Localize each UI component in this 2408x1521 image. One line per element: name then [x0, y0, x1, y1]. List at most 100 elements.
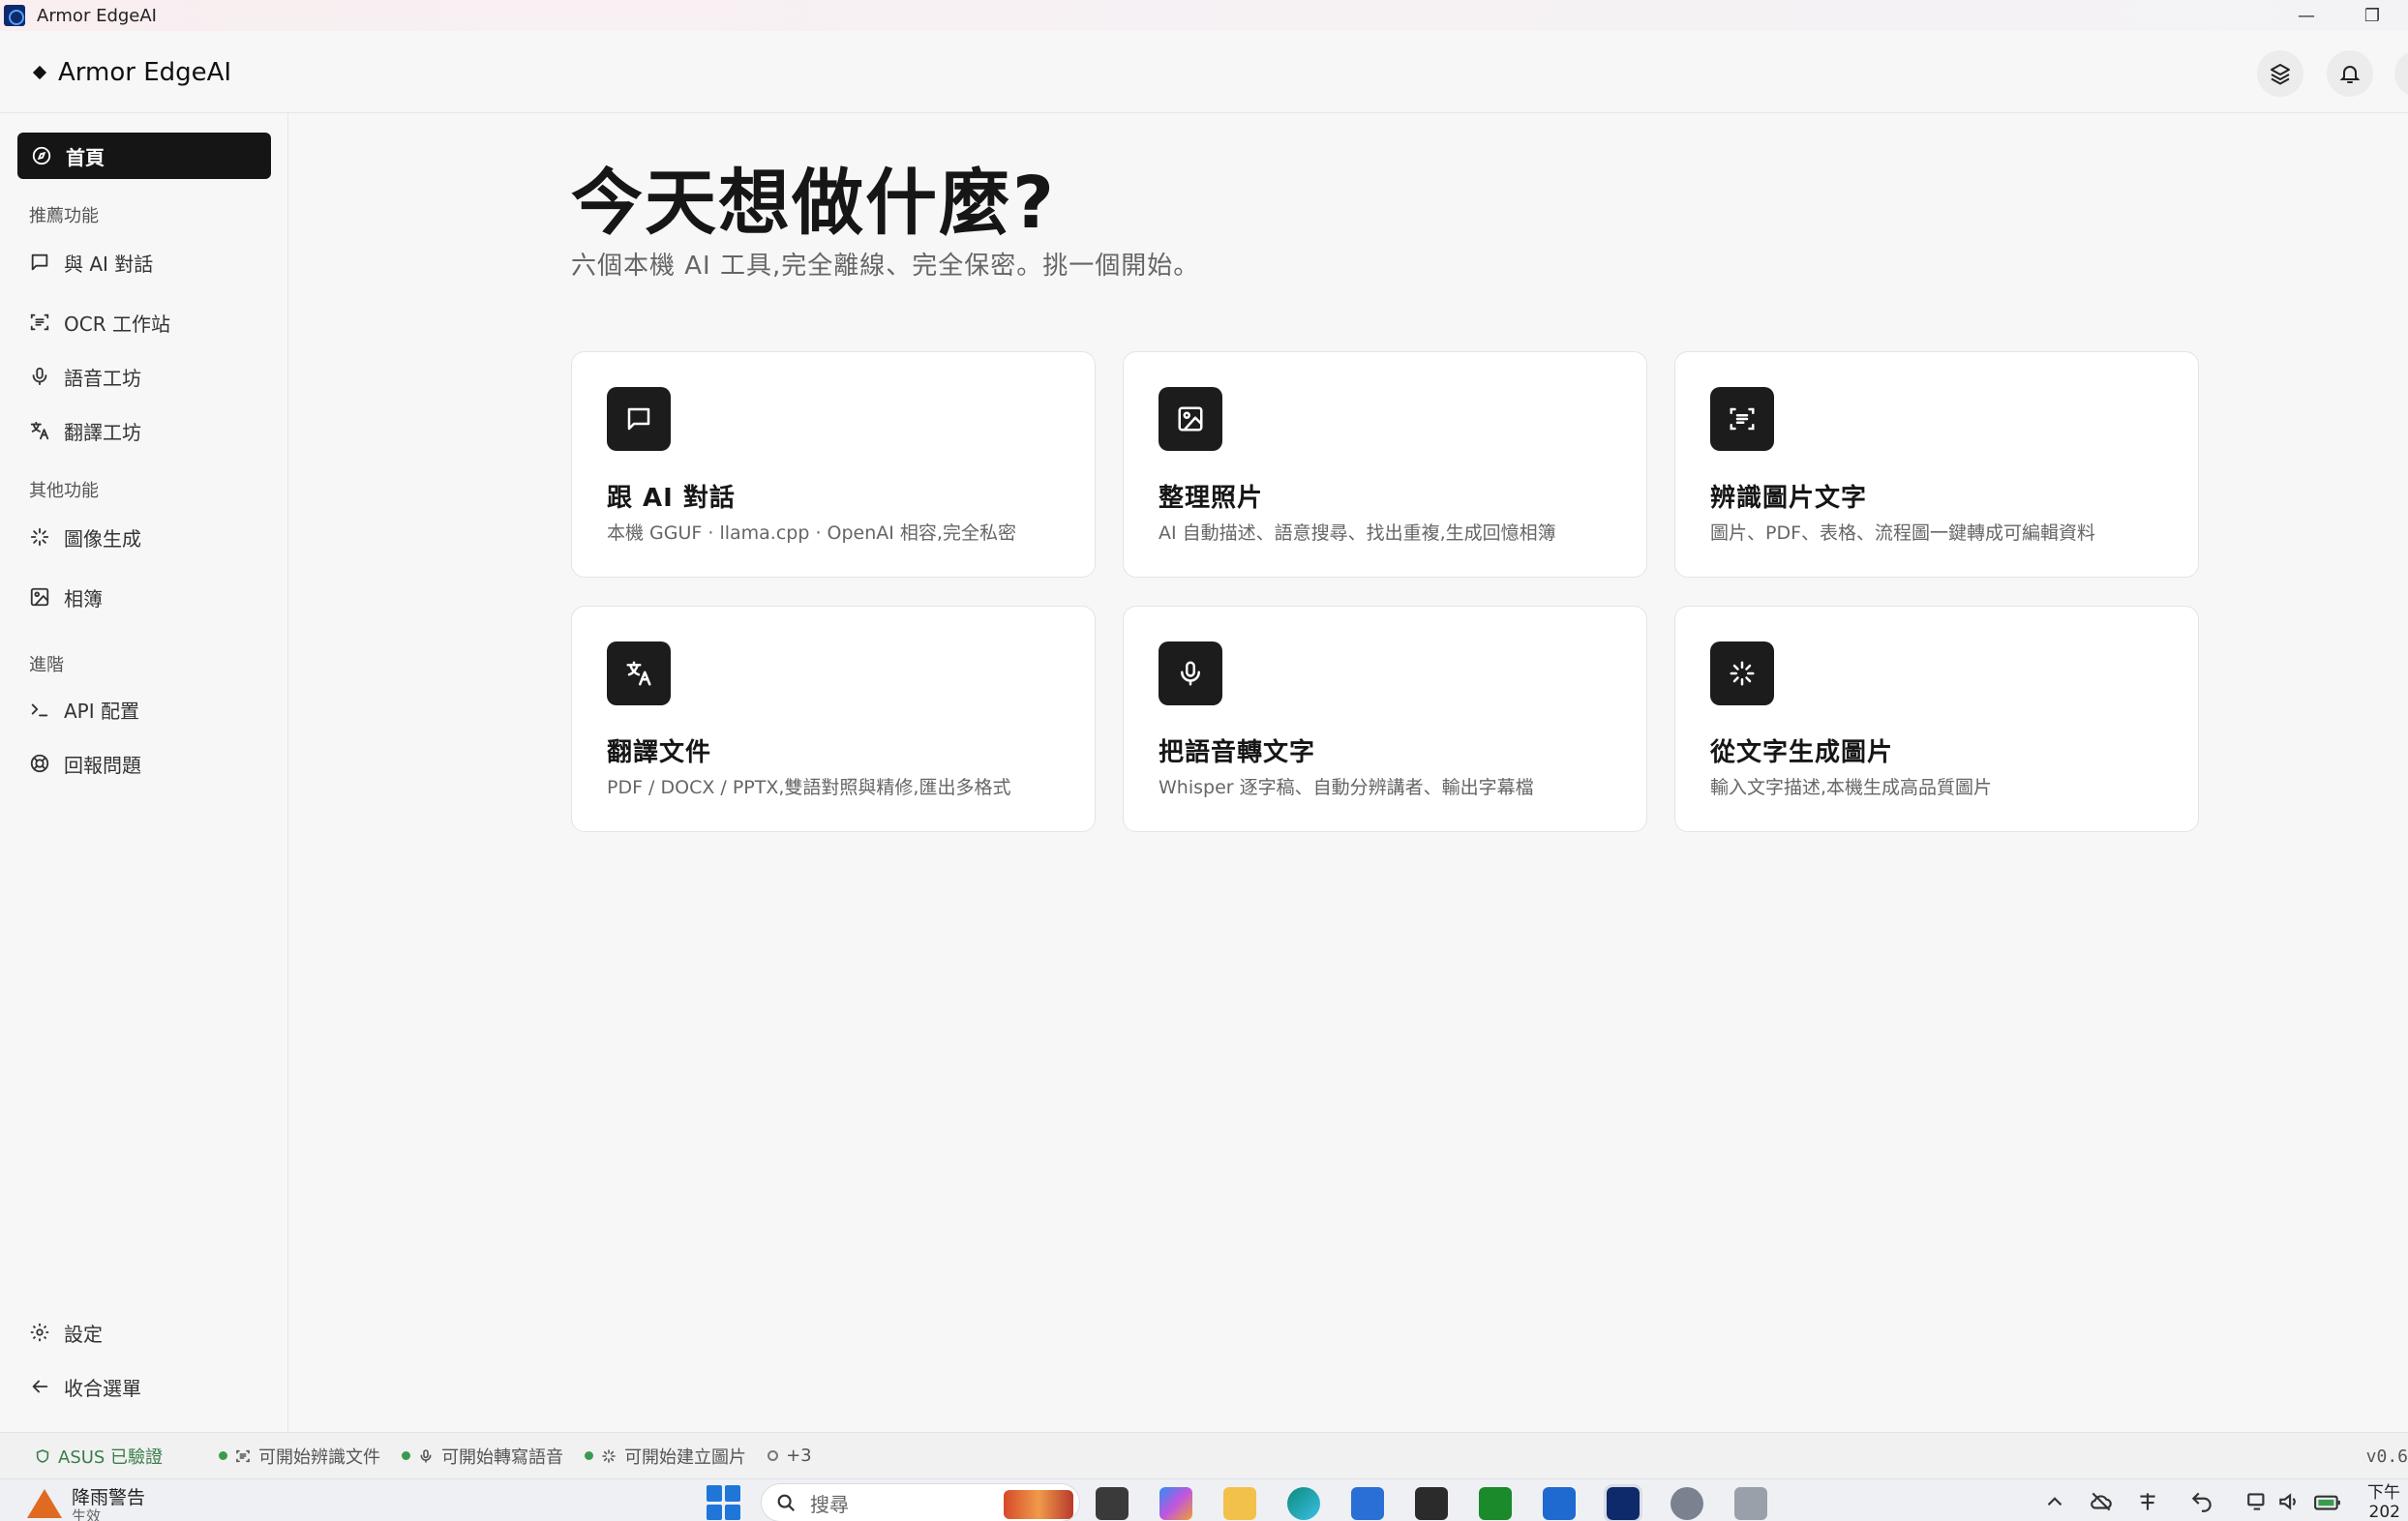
clock[interactable]: 下午 202: [2367, 1483, 2400, 1521]
layers-button[interactable]: [2257, 50, 2303, 97]
sidebar-item-chat[interactable]: 與 AI 對話: [17, 241, 271, 283]
armoury-icon[interactable]: [1415, 1487, 1448, 1520]
more-status[interactable]: +3: [768, 1446, 812, 1466]
search-placeholder: 搜尋: [810, 1492, 849, 1516]
weather-widget[interactable]: 降雨警告 生效: [27, 1487, 145, 1521]
card-image-gen[interactable]: 從文字生成圖片 輸入文字描述,本機生成高品質圖片: [1674, 606, 2199, 832]
start-button[interactable]: [707, 1485, 741, 1520]
window-titlebar: Armor EdgeAI — ❐: [0, 0, 2408, 31]
sidebar-item-label: 設定: [64, 1322, 103, 1346]
minimize-button[interactable]: —: [2274, 0, 2338, 31]
layers-icon: [2271, 64, 2290, 85]
page-title: 今天想做什麼?: [571, 162, 1056, 245]
sidebar-item-label: 相簿: [64, 586, 103, 611]
mic-icon: [1181, 661, 1200, 686]
notifications-button[interactable]: [2327, 50, 2373, 97]
chat-icon: [31, 254, 48, 271]
card-description: 輸入文字描述,本機生成高品質圖片: [1710, 777, 1993, 798]
sidebar-item-image-gen[interactable]: 圖像生成: [17, 516, 271, 558]
sidebar-item-label: 首頁: [66, 145, 105, 169]
sidebar-item-translate[interactable]: 翻譯工坊: [17, 409, 271, 452]
card-title: 翻譯文件: [607, 738, 712, 767]
battery-icon[interactable]: [2313, 1489, 2340, 1514]
clock-time: 下午: [2367, 1483, 2400, 1503]
mic-icon: [32, 367, 47, 386]
weather-title: 降雨警告: [72, 1487, 146, 1508]
sidebar-item-label: 收合選單: [64, 1376, 141, 1400]
ime-icon[interactable]: [2135, 1489, 2160, 1514]
terminal-icon: [31, 703, 48, 717]
bell-icon: [2339, 66, 2361, 83]
search-highlight-image: [1004, 1490, 1073, 1519]
verified-status[interactable]: ASUS 已驗證: [35, 1444, 163, 1469]
sidebar-item-ocr[interactable]: OCR 工作站: [17, 301, 271, 343]
card-translate[interactable]: 翻譯文件 PDF / DOCX / PPTX,雙語對照與精修,匯出多格式: [571, 606, 1096, 832]
brand[interactable]: Armor EdgeAI: [32, 58, 232, 87]
window-title: Armor EdgeAI: [37, 5, 157, 26]
lifebuoy-icon: [30, 754, 49, 773]
image-ready-status[interactable]: 可開始建立圖片: [585, 1444, 746, 1469]
image-ready-label: 可開始建立圖片: [624, 1446, 747, 1468]
sidebar-item-report[interactable]: 回報問題: [17, 742, 271, 785]
asr-ready-status[interactable]: 可開始轉寫語音: [402, 1444, 563, 1469]
chat-icon: [627, 407, 650, 431]
card-chat[interactable]: 跟 AI 對話 本機 GGUF · llama.cpp · OpenAI 相容,…: [571, 351, 1096, 578]
profile-button[interactable]: [2394, 50, 2408, 97]
undo-icon[interactable]: [2189, 1489, 2214, 1514]
sparkle-loader-icon: [30, 527, 49, 547]
sidebar-item-settings[interactable]: 設定: [17, 1311, 271, 1354]
sidebar-item-label: 與 AI 對話: [64, 252, 154, 276]
cloud-off-icon[interactable]: [2089, 1489, 2114, 1514]
volume-icon[interactable]: [2276, 1489, 2302, 1514]
restore-button[interactable]: ❐: [2340, 0, 2404, 31]
card-description: AI 自動描述、語意搜尋、找出重複,生成回憶相簿: [1159, 522, 1556, 544]
card-description: 本機 GGUF · llama.cpp · OpenAI 相容,完全私密: [607, 522, 1016, 544]
sidebar-item-voice[interactable]: 語音工坊: [17, 355, 271, 398]
sidebar-item-label: OCR 工作站: [64, 312, 170, 336]
xbox-icon[interactable]: [1479, 1487, 1512, 1520]
settings-taskbar-icon[interactable]: [1671, 1487, 1703, 1520]
edge-browser-icon[interactable]: [1287, 1487, 1320, 1520]
card-title: 整理照片: [1159, 484, 1264, 513]
sidebar-item-album[interactable]: 相簿: [17, 576, 271, 618]
status-bar: ASUS 已驗證 可開始辨識文件 可開始轉寫語音 可開始建立圖片 +3 v0.6: [0, 1432, 2408, 1478]
store-icon[interactable]: [1351, 1487, 1384, 1520]
app-icon[interactable]: [1543, 1487, 1576, 1520]
sidebar-item-label: API 配置: [64, 699, 139, 723]
app-header: Armor EdgeAI: [0, 31, 2408, 113]
section-advanced: 進階: [29, 655, 64, 675]
card-transcribe[interactable]: 把語音轉文字 Whisper 逐字稿、自動分辨講者、輸出字幕檔: [1123, 606, 1647, 832]
copilot-icon[interactable]: [1159, 1487, 1192, 1520]
network-icon[interactable]: [2245, 1489, 2271, 1514]
card-photos[interactable]: 整理照片 AI 自動描述、語意搜尋、找出重複,生成回憶相簿: [1123, 351, 1647, 578]
sparkle-loader-icon: [602, 1448, 616, 1463]
card-icon-box: [607, 387, 671, 451]
sidebar: 首頁 推薦功能 與 AI 對話 OCR 工作站 語音工坊 翻譯工坊 其他功能 圖…: [0, 113, 288, 1432]
card-icon-box: [1710, 387, 1774, 451]
status-dot: [219, 1451, 228, 1460]
brand-name: Armor EdgeAI: [58, 58, 232, 87]
scan-text-icon: [1730, 407, 1755, 431]
collapse-menu-button[interactable]: 收合選單: [17, 1365, 271, 1408]
gear-icon: [30, 1323, 49, 1342]
ocr-ready-label: 可開始辨識文件: [258, 1446, 381, 1468]
sidebar-item-api[interactable]: API 配置: [17, 688, 271, 731]
sidebar-item-label: 語音工坊: [64, 366, 141, 390]
status-ring: [768, 1450, 779, 1461]
file-explorer-icon[interactable]: [1223, 1487, 1256, 1520]
card-ocr[interactable]: 辨識圖片文字 圖片、PDF、表格、流程圖一鍵轉成可編輯資料: [1674, 351, 2199, 578]
card-title: 從文字生成圖片: [1710, 738, 1894, 767]
armor-edgeai-taskbar-icon[interactable]: [1604, 1484, 1642, 1521]
card-title: 把語音轉文字: [1159, 738, 1316, 767]
sidebar-item-label: 圖像生成: [64, 526, 141, 551]
chevron-up-icon[interactable]: [2042, 1489, 2067, 1514]
ocr-ready-status[interactable]: 可開始辨識文件: [219, 1444, 380, 1469]
card-description: 圖片、PDF、表格、流程圖一鍵轉成可編輯資料: [1710, 522, 2096, 544]
sidebar-item-home[interactable]: 首頁: [17, 133, 271, 179]
compass-icon: [32, 146, 51, 165]
utility-icon[interactable]: [1734, 1487, 1767, 1520]
sidebar-item-label: 回報問題: [64, 753, 141, 777]
sparkle-loader-icon: [1730, 661, 1755, 686]
task-view-icon[interactable]: [1096, 1487, 1129, 1520]
taskbar-search[interactable]: 搜尋: [761, 1483, 1080, 1521]
